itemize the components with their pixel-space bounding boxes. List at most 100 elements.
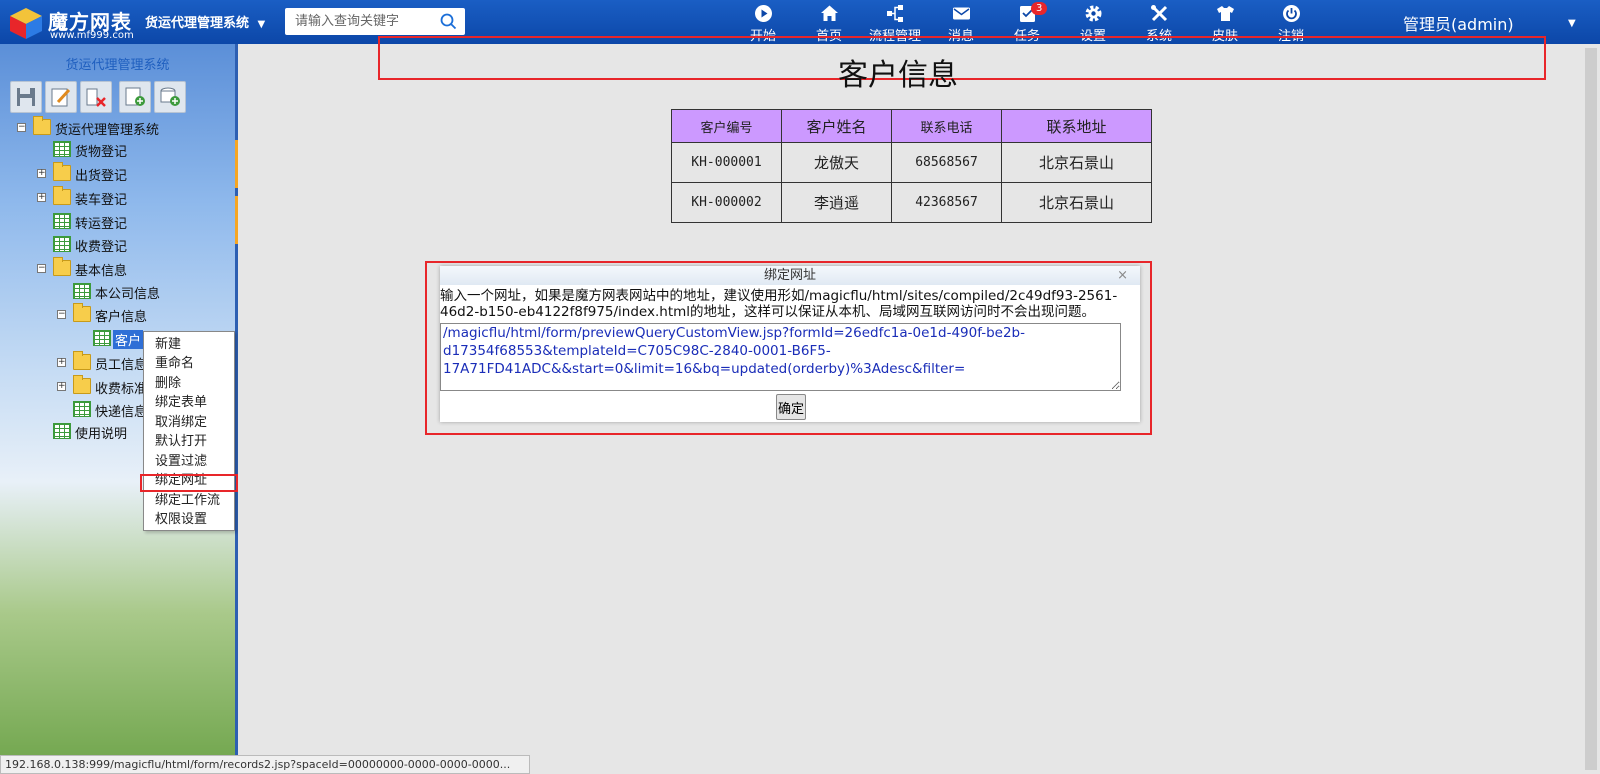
collapse-toggle[interactable]: − bbox=[37, 264, 46, 273]
folder-icon bbox=[73, 351, 91, 370]
logo-url: www.mf999.com bbox=[50, 30, 134, 41]
add-form-icon bbox=[125, 87, 145, 106]
table-icon bbox=[73, 401, 91, 417]
cell-address: 北京石景山 bbox=[1001, 182, 1152, 223]
menu-item-set-filter[interactable]: 设置过滤 bbox=[155, 450, 207, 469]
tree-item-label: 基本信息 bbox=[75, 264, 128, 279]
menu-item-rename[interactable]: 重命名 bbox=[155, 352, 194, 371]
tree-item-label: 收费登记 bbox=[75, 240, 128, 255]
collapse-toggle[interactable]: − bbox=[17, 123, 26, 132]
menu-item-bind-form[interactable]: 绑定表单 bbox=[155, 391, 207, 410]
tree-item-label: 货运代理管理系统 bbox=[55, 123, 160, 138]
expand-toggle[interactable]: + bbox=[37, 193, 46, 202]
search-input[interactable] bbox=[285, 8, 435, 35]
shirt-icon bbox=[1216, 6, 1234, 21]
page-title: 客户信息 bbox=[838, 58, 958, 93]
folder-icon bbox=[73, 303, 91, 322]
scrollbar-thumb[interactable] bbox=[1585, 48, 1597, 770]
system-selector[interactable]: 货运代理管理系统 ▼ bbox=[145, 12, 265, 31]
gear-icon bbox=[1085, 5, 1101, 22]
menu-item-permissions[interactable]: 权限设置 bbox=[155, 508, 207, 527]
folder-icon bbox=[53, 257, 71, 276]
menu-item-unbind[interactable]: 取消绑定 bbox=[155, 411, 207, 430]
expand-toggle[interactable]: + bbox=[57, 382, 66, 391]
table-header-row: 客户编号 客户姓名 联系电话 联系地址 bbox=[671, 109, 1152, 143]
cell-phone: 68568567 bbox=[891, 142, 1002, 183]
edit-icon bbox=[51, 88, 71, 107]
menu-highlight-box bbox=[140, 474, 238, 492]
table-icon bbox=[53, 141, 71, 157]
cell-customer-name: 李逍遥 bbox=[781, 182, 892, 223]
dialog-header[interactable]: 绑定网址 × bbox=[440, 266, 1140, 285]
url-input[interactable]: /magicflu/html/form/previewQueryCustomVi… bbox=[440, 323, 1121, 391]
tree-item-label: 收费标准 bbox=[95, 382, 148, 397]
home-icon bbox=[820, 5, 838, 21]
logo[interactable]: 魔方网表 www.mf999.com bbox=[8, 4, 136, 42]
sidebar-title: 货运代理管理系统 bbox=[65, 58, 170, 73]
tree-item-label: 客户 bbox=[113, 330, 144, 349]
dialog-title: 绑定网址 bbox=[763, 268, 816, 283]
tree-item-label: 员工信息 bbox=[95, 358, 148, 373]
column-header: 联系电话 bbox=[891, 109, 1002, 143]
expand-toggle[interactable]: + bbox=[57, 358, 66, 367]
collapse-toggle[interactable]: − bbox=[57, 310, 66, 319]
tree-item-label: 本公司信息 bbox=[95, 287, 161, 302]
table-row[interactable]: KH-000002 李逍遥 42368567 北京石景山 bbox=[671, 182, 1152, 223]
search-box bbox=[285, 8, 465, 35]
edit-button[interactable] bbox=[45, 81, 77, 113]
chevron-down-icon[interactable]: ▼ bbox=[1568, 18, 1576, 29]
save-button[interactable] bbox=[10, 81, 42, 113]
status-bar: 192.168.0.138:999/magicflu/html/form/rec… bbox=[0, 755, 530, 774]
tree-item-label: 装车登记 bbox=[75, 193, 128, 208]
cell-address: 北京石景山 bbox=[1001, 142, 1152, 183]
task-count-badge: 3 bbox=[1031, 2, 1048, 15]
tree-item-label: 出货登记 bbox=[75, 169, 128, 184]
table-icon bbox=[53, 423, 71, 439]
cell-customer-id: KH-000001 bbox=[671, 142, 782, 183]
menu-item-new[interactable]: 新建 bbox=[155, 333, 181, 352]
folder-icon bbox=[53, 162, 71, 181]
table-row[interactable]: KH-000001 龙傲天 68568567 北京石景山 bbox=[671, 142, 1152, 183]
close-icon[interactable]: × bbox=[1117, 266, 1128, 285]
play-icon bbox=[754, 5, 772, 22]
tree-item-label: 转运登记 bbox=[75, 217, 128, 232]
tree-item-label: 客户信息 bbox=[95, 310, 148, 325]
expand-toggle[interactable]: + bbox=[37, 169, 46, 178]
table-icon bbox=[93, 330, 111, 346]
folder-icon bbox=[73, 375, 91, 394]
tools-icon bbox=[1150, 5, 1167, 22]
workflow-icon bbox=[886, 5, 903, 22]
table-icon bbox=[53, 236, 71, 252]
bind-url-dialog: 绑定网址 × 输入一个网址，如果是魔方网表网站中的地址，建议使用形如/magic… bbox=[440, 266, 1140, 422]
menu-item-default-open[interactable]: 默认打开 bbox=[155, 430, 207, 449]
add-data-icon bbox=[160, 87, 180, 106]
vertical-scrollbar[interactable] bbox=[1582, 44, 1600, 774]
save-icon bbox=[17, 88, 35, 106]
user-menu[interactable]: 管理员(admin) bbox=[1403, 11, 1514, 35]
cell-customer-id: KH-000002 bbox=[671, 182, 782, 223]
confirm-button[interactable]: 确定 bbox=[776, 394, 806, 420]
mail-icon bbox=[952, 7, 970, 20]
column-header: 客户编号 bbox=[671, 109, 782, 143]
search-icon[interactable] bbox=[440, 13, 457, 30]
add-form-button[interactable] bbox=[119, 81, 151, 113]
context-menu: 新建 重命名 删除 绑定表单 取消绑定 默认打开 设置过滤 绑定网址 绑定工作流… bbox=[143, 331, 235, 531]
tree-item-label: 使用说明 bbox=[75, 427, 128, 442]
delete-icon bbox=[86, 88, 106, 107]
dialog-description: 输入一个网址，如果是魔方网表网站中的地址，建议使用形如/magicflu/htm… bbox=[440, 288, 1118, 320]
folder-icon bbox=[33, 116, 51, 135]
add-data-button[interactable] bbox=[154, 81, 186, 113]
column-header: 联系地址 bbox=[1001, 109, 1152, 143]
table-icon bbox=[53, 213, 71, 229]
folder-icon bbox=[53, 186, 71, 205]
system-name: 货运代理管理系统 bbox=[145, 16, 250, 31]
delete-button[interactable] bbox=[80, 81, 112, 113]
table-icon bbox=[73, 283, 91, 299]
logo-cube-icon bbox=[10, 8, 42, 39]
tree-item-label: 货物登记 bbox=[75, 145, 128, 160]
title-highlight-box bbox=[378, 36, 1546, 80]
menu-item-delete[interactable]: 删除 bbox=[155, 372, 181, 391]
tree-item-label: 快递信息 bbox=[95, 405, 148, 420]
power-icon bbox=[1282, 5, 1300, 22]
chevron-down-icon: ▼ bbox=[257, 19, 266, 30]
